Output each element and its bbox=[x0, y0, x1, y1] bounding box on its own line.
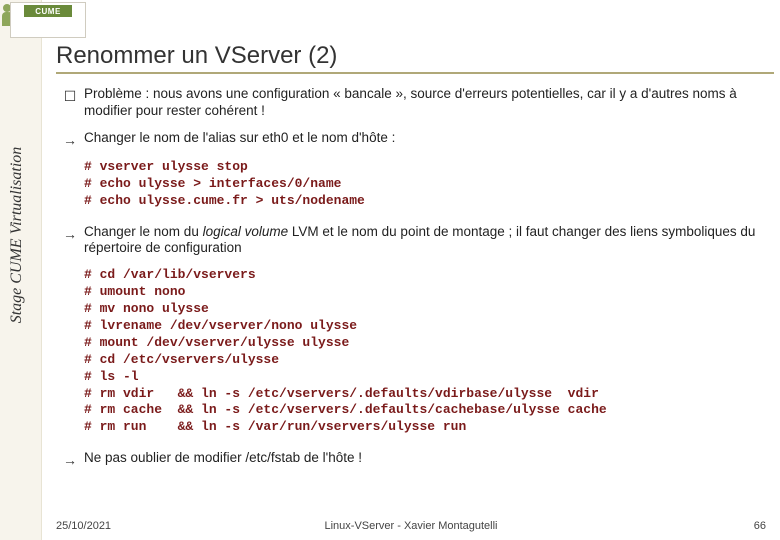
bullet-item: → Ne pas oublier de modifier /etc/fstab … bbox=[56, 450, 766, 469]
code-line: # rm run && ln -s /var/run/vservers/ulys… bbox=[84, 419, 766, 436]
bullet-text: Ne pas oublier de modifier /etc/fstab de… bbox=[84, 450, 766, 467]
bullet-item: → Changer le nom de l'alias sur eth0 et … bbox=[56, 130, 766, 149]
footer-page-number: 66 bbox=[529, 520, 766, 532]
code-line: # umount nono bbox=[84, 284, 766, 301]
sidebar-label: Stage CUME Virtualisation bbox=[8, 105, 26, 365]
slide: CUME Stage CUME Virtualisation Renommer … bbox=[0, 0, 780, 540]
bullet-text: Changer le nom du logical volume LVM et … bbox=[84, 224, 766, 258]
bullet-item: → Changer le nom du logical volume LVM e… bbox=[56, 224, 766, 258]
code-line: # mount /dev/vserver/ulysse ulysse bbox=[84, 335, 766, 352]
code-line: # rm cache && ln -s /etc/vservers/.defau… bbox=[84, 402, 766, 419]
title-bar: Renommer un VServer (2) bbox=[56, 40, 774, 74]
code-block-2: # cd /var/lib/vservers # umount nono # m… bbox=[84, 267, 766, 436]
code-line: # rm vdir && ln -s /etc/vservers/.defaul… bbox=[84, 386, 766, 403]
footer-center: Linux-VServer - Xavier Montagutelli bbox=[293, 520, 530, 532]
bullet-marker-arrow-icon: → bbox=[56, 450, 84, 469]
bullet-text-italic: logical volume bbox=[203, 224, 289, 239]
code-line: # echo ulysse > interfaces/0/name bbox=[84, 176, 766, 193]
footer: 25/10/2021 Linux-VServer - Xavier Montag… bbox=[56, 520, 766, 532]
code-line: # cd /etc/vservers/ulysse bbox=[84, 352, 766, 369]
bullet-text-pre: Changer le nom du bbox=[84, 224, 203, 239]
code-block-1: # vserver ulysse stop # echo ulysse > in… bbox=[84, 159, 766, 210]
bullet-text: Changer le nom de l'alias sur eth0 et le… bbox=[84, 130, 766, 147]
footer-date: 25/10/2021 bbox=[56, 520, 293, 532]
content-area: ☐ Problème : nous avons une configuratio… bbox=[56, 86, 766, 506]
page-title: Renommer un VServer (2) bbox=[56, 42, 337, 70]
code-line: # vserver ulysse stop bbox=[84, 159, 766, 176]
code-line: # mv nono ulysse bbox=[84, 301, 766, 318]
bullet-marker-hollow-square: ☐ bbox=[56, 86, 84, 105]
bullet-item: ☐ Problème : nous avons une configuratio… bbox=[56, 86, 766, 120]
code-line: # lvrename /dev/vserver/nono ulysse bbox=[84, 318, 766, 335]
bullet-marker-arrow-icon: → bbox=[56, 224, 84, 243]
bullet-marker-arrow-icon: → bbox=[56, 130, 84, 149]
code-line: # ls -l bbox=[84, 369, 766, 386]
code-line: # echo ulysse.cume.fr > uts/nodename bbox=[84, 193, 766, 210]
code-line: # cd /var/lib/vservers bbox=[84, 267, 766, 284]
bullet-text: Problème : nous avons une configuration … bbox=[84, 86, 766, 120]
logo: CUME bbox=[10, 2, 86, 38]
logo-text: CUME bbox=[24, 5, 72, 17]
